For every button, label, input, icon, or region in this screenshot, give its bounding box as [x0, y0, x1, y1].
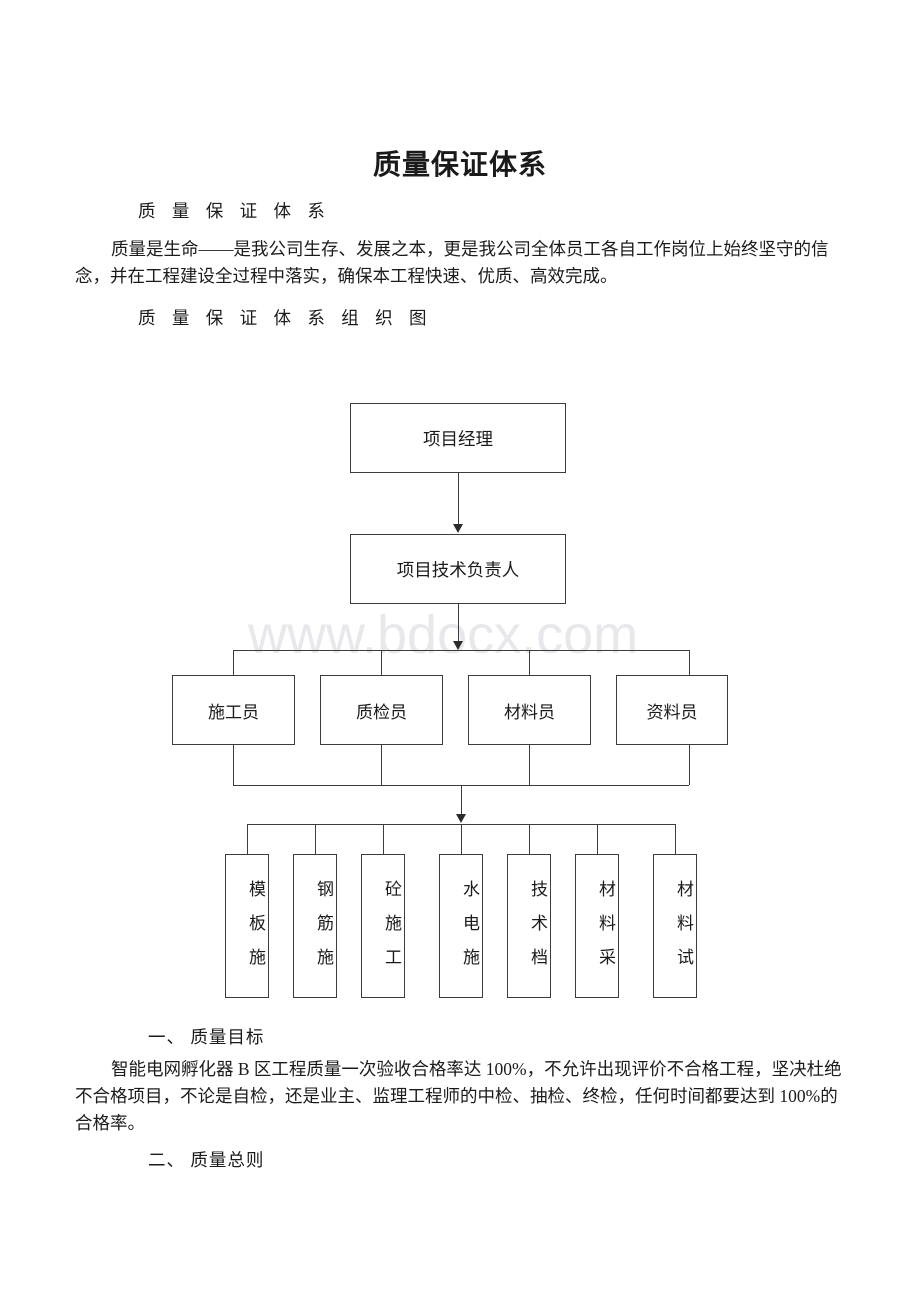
lead-paragraph: 质量是生命——是我公司生存、发展之本，更是我公司全体员工各自工作岗位上始终坚守的…: [75, 239, 829, 286]
org-node-label: 质检员: [356, 702, 407, 722]
connector-bus-to-node-1: [233, 650, 234, 675]
connector-bus-to-l4-node-4: [461, 824, 462, 854]
connector-bus-to-l4-node-6: [597, 824, 598, 854]
bus-level-4-top: [247, 824, 675, 825]
org-node-plumbing-electrical-construction[interactable]: 水电施: [439, 854, 483, 998]
org-node-project-manager[interactable]: 项目经理: [350, 403, 566, 473]
org-node-label: 模板施: [246, 880, 265, 982]
connector-node-3-down: [529, 745, 530, 785]
connector-bus-to-l4-node-5: [529, 824, 530, 854]
sub-heading-quality-system: 质 量 保 证 体 系: [138, 201, 331, 221]
org-node-rebar-construction[interactable]: 钢筋施: [293, 854, 337, 998]
org-node-label: 材料试: [674, 880, 693, 982]
document-page: 质量保证体系 质 量 保 证 体 系 质量是生命——是我公司生存、发展之本，更是…: [0, 0, 920, 1302]
page-title: 质量保证体系: [372, 149, 547, 180]
org-node-formwork-construction[interactable]: 模板施: [225, 854, 269, 998]
org-node-concrete-construction[interactable]: 砼施工: [361, 854, 405, 998]
org-node-technical-archives[interactable]: 技术档: [507, 854, 551, 998]
connector-node-4-down: [689, 745, 690, 785]
arrowhead-l1-l2: [453, 524, 463, 533]
watermark-text: www.bdocx.com: [248, 605, 639, 665]
connector-bus-to-l4-node-7: [675, 824, 676, 854]
section-heading-quality-principles: 二、 质量总则: [148, 1150, 265, 1170]
org-node-project-technical-director[interactable]: 项目技术负责人: [350, 534, 566, 604]
org-node-label: 钢筋施: [314, 880, 333, 982]
org-node-label: 水电施: [460, 880, 479, 982]
org-node-label: 施工员: [208, 702, 259, 722]
connector-bus-to-l4: [461, 785, 462, 815]
org-node-material-procurement[interactable]: 材料采: [575, 854, 619, 998]
connector-bus-to-l4-node-1: [247, 824, 248, 854]
connector-l1-l2: [458, 473, 459, 525]
connector-node-2-down: [381, 745, 382, 785]
org-node-material-officer[interactable]: 材料员: [468, 675, 591, 745]
section-heading-quality-objective: 一、 质量目标: [148, 1027, 265, 1047]
connector-node-1-down: [233, 745, 234, 785]
org-node-label: 技术档: [528, 880, 547, 982]
sub-heading-org-chart: 质 量 保 证 体 系 组 织 图: [138, 308, 433, 328]
org-node-quality-inspector[interactable]: 质检员: [320, 675, 443, 745]
org-node-label: 项目经理: [423, 428, 493, 449]
org-node-label: 资料员: [646, 702, 698, 722]
org-node-label: 项目技术负责人: [396, 559, 520, 580]
org-node-label: 材料员: [504, 702, 555, 722]
connector-bus-to-l4-node-3: [383, 824, 384, 854]
connector-bus-to-node-4: [689, 650, 690, 675]
bus-level-3-bottom: [233, 785, 689, 786]
org-node-label: 砼施工: [382, 880, 401, 982]
org-node-label: 材料采: [596, 880, 615, 982]
connector-bus-to-l4-node-2: [315, 824, 316, 854]
org-node-documentation-officer[interactable]: 资料员: [616, 675, 728, 745]
org-node-material-testing[interactable]: 材料试: [653, 854, 697, 998]
arrowhead-bus-to-l4: [456, 814, 466, 823]
org-node-construction-officer[interactable]: 施工员: [172, 675, 295, 745]
quality-objective-paragraph: 智能电网孵化器 B 区工程质量一次验收合格率达 100%，不允许出现评价不合格工…: [75, 1059, 842, 1133]
